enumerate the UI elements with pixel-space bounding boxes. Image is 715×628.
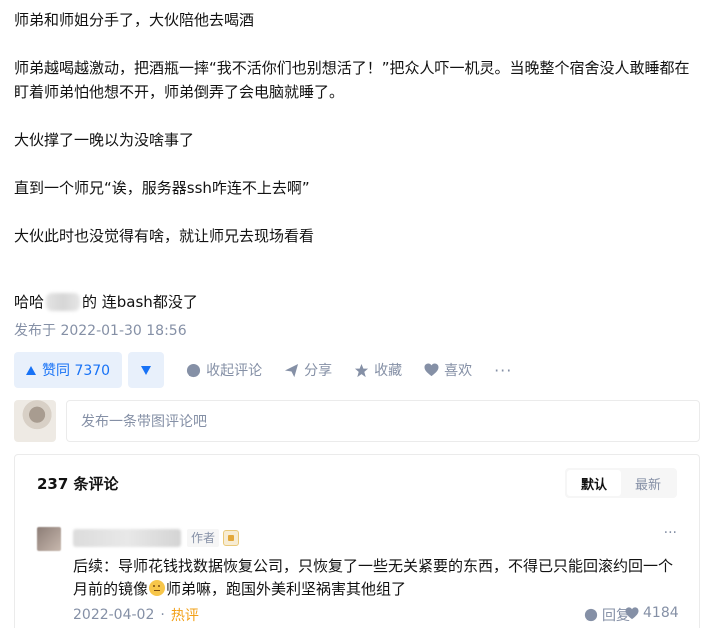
redacted-name: [46, 293, 81, 311]
commenter-avatar[interactable]: [37, 527, 61, 551]
commenter-name-redacted[interactable]: [73, 529, 181, 547]
author-tag: 作者: [187, 529, 220, 547]
comment-input[interactable]: 发布一条带图评论吧: [66, 400, 700, 442]
sort-default[interactable]: 默认: [566, 470, 621, 496]
comment-text-part2: 师弟嘛，跑国外美利坚祸害其他组了: [166, 580, 407, 598]
share-label: 分享: [304, 363, 333, 379]
action-bar: 赞同 7370 收起评论 分享 收藏 喜欢 ···: [14, 352, 512, 388]
comment-date: 2022-04-02: [73, 607, 155, 623]
paragraph: 师弟越喝越激动，把酒瓶一摔“我不活你们也别想活了！”把众人吓一机灵。当晚整个宿舍…: [14, 59, 690, 101]
comment-meta: 2022-04-02 · 热评: [73, 605, 199, 625]
heart-icon: [625, 606, 639, 619]
paragraph: 大伙撑了一晚以为没啥事了: [14, 131, 195, 149]
favorite-label: 收藏: [374, 363, 403, 379]
level-badge-icon: [223, 530, 239, 546]
collapse-comments-label: 收起评论: [206, 363, 263, 379]
reply-icon: [584, 608, 598, 622]
share-button[interactable]: 分享: [284, 360, 332, 380]
share-icon: [285, 363, 299, 377]
like-label: 喜欢: [444, 363, 473, 379]
heart-icon: [424, 363, 439, 377]
collapse-comments-button[interactable]: 收起评论: [186, 360, 262, 380]
star-icon: [355, 363, 369, 377]
separator: ·: [160, 607, 165, 623]
comment-like-button[interactable]: 4184: [625, 605, 679, 621]
triangle-down-icon: [141, 365, 152, 375]
last-line-suffix: 的 连bash都没了: [82, 293, 198, 311]
favorite-button[interactable]: 收藏: [354, 360, 402, 380]
hot-badge: 热评: [170, 608, 199, 624]
comment-more-icon[interactable]: ···: [664, 525, 677, 541]
triangle-up-icon: [26, 365, 36, 375]
reply-button[interactable]: 回复: [584, 605, 630, 625]
publish-time: 发布于 2022-01-30 18:56: [14, 323, 187, 339]
upvote-label: 赞同 7370: [42, 363, 111, 379]
more-icon[interactable]: ···: [494, 361, 512, 380]
sort-latest[interactable]: 最新: [621, 470, 675, 496]
paragraph: 直到一个师兄“诶，服务器ssh咋连不上去啊”: [14, 179, 310, 197]
comment-bubble-icon: [187, 363, 201, 377]
sort-toggle: 默认 最新: [564, 468, 677, 498]
comment-like-count: 4184: [643, 605, 679, 621]
paragraph-last: 哈哈 的 连bash都没了: [14, 290, 198, 314]
comment-text: 后续：导师花钱找数据恢复公司，只恢复了一些无关紧要的东西，不得已只能回滚约回一个…: [73, 555, 673, 601]
avatar: [14, 400, 56, 442]
upvote-button[interactable]: 赞同 7370: [14, 352, 123, 388]
thinking-emoji-icon: [149, 580, 166, 596]
downvote-button[interactable]: [128, 352, 165, 388]
comment-count: 237 条评论: [37, 475, 119, 493]
paragraph: 师弟和师姐分手了，大伙陪他去喝酒: [14, 11, 255, 29]
paragraph: 大伙此时也没觉得有啥，就让师兄去现场看看: [14, 227, 315, 245]
last-line-prefix: 哈哈: [14, 293, 45, 311]
comments-panel: 237 条评论 默认 最新 作者 ··· 后续：导师花钱找数据恢复公司，只恢复了…: [14, 454, 700, 628]
like-button[interactable]: 喜欢: [424, 360, 472, 380]
